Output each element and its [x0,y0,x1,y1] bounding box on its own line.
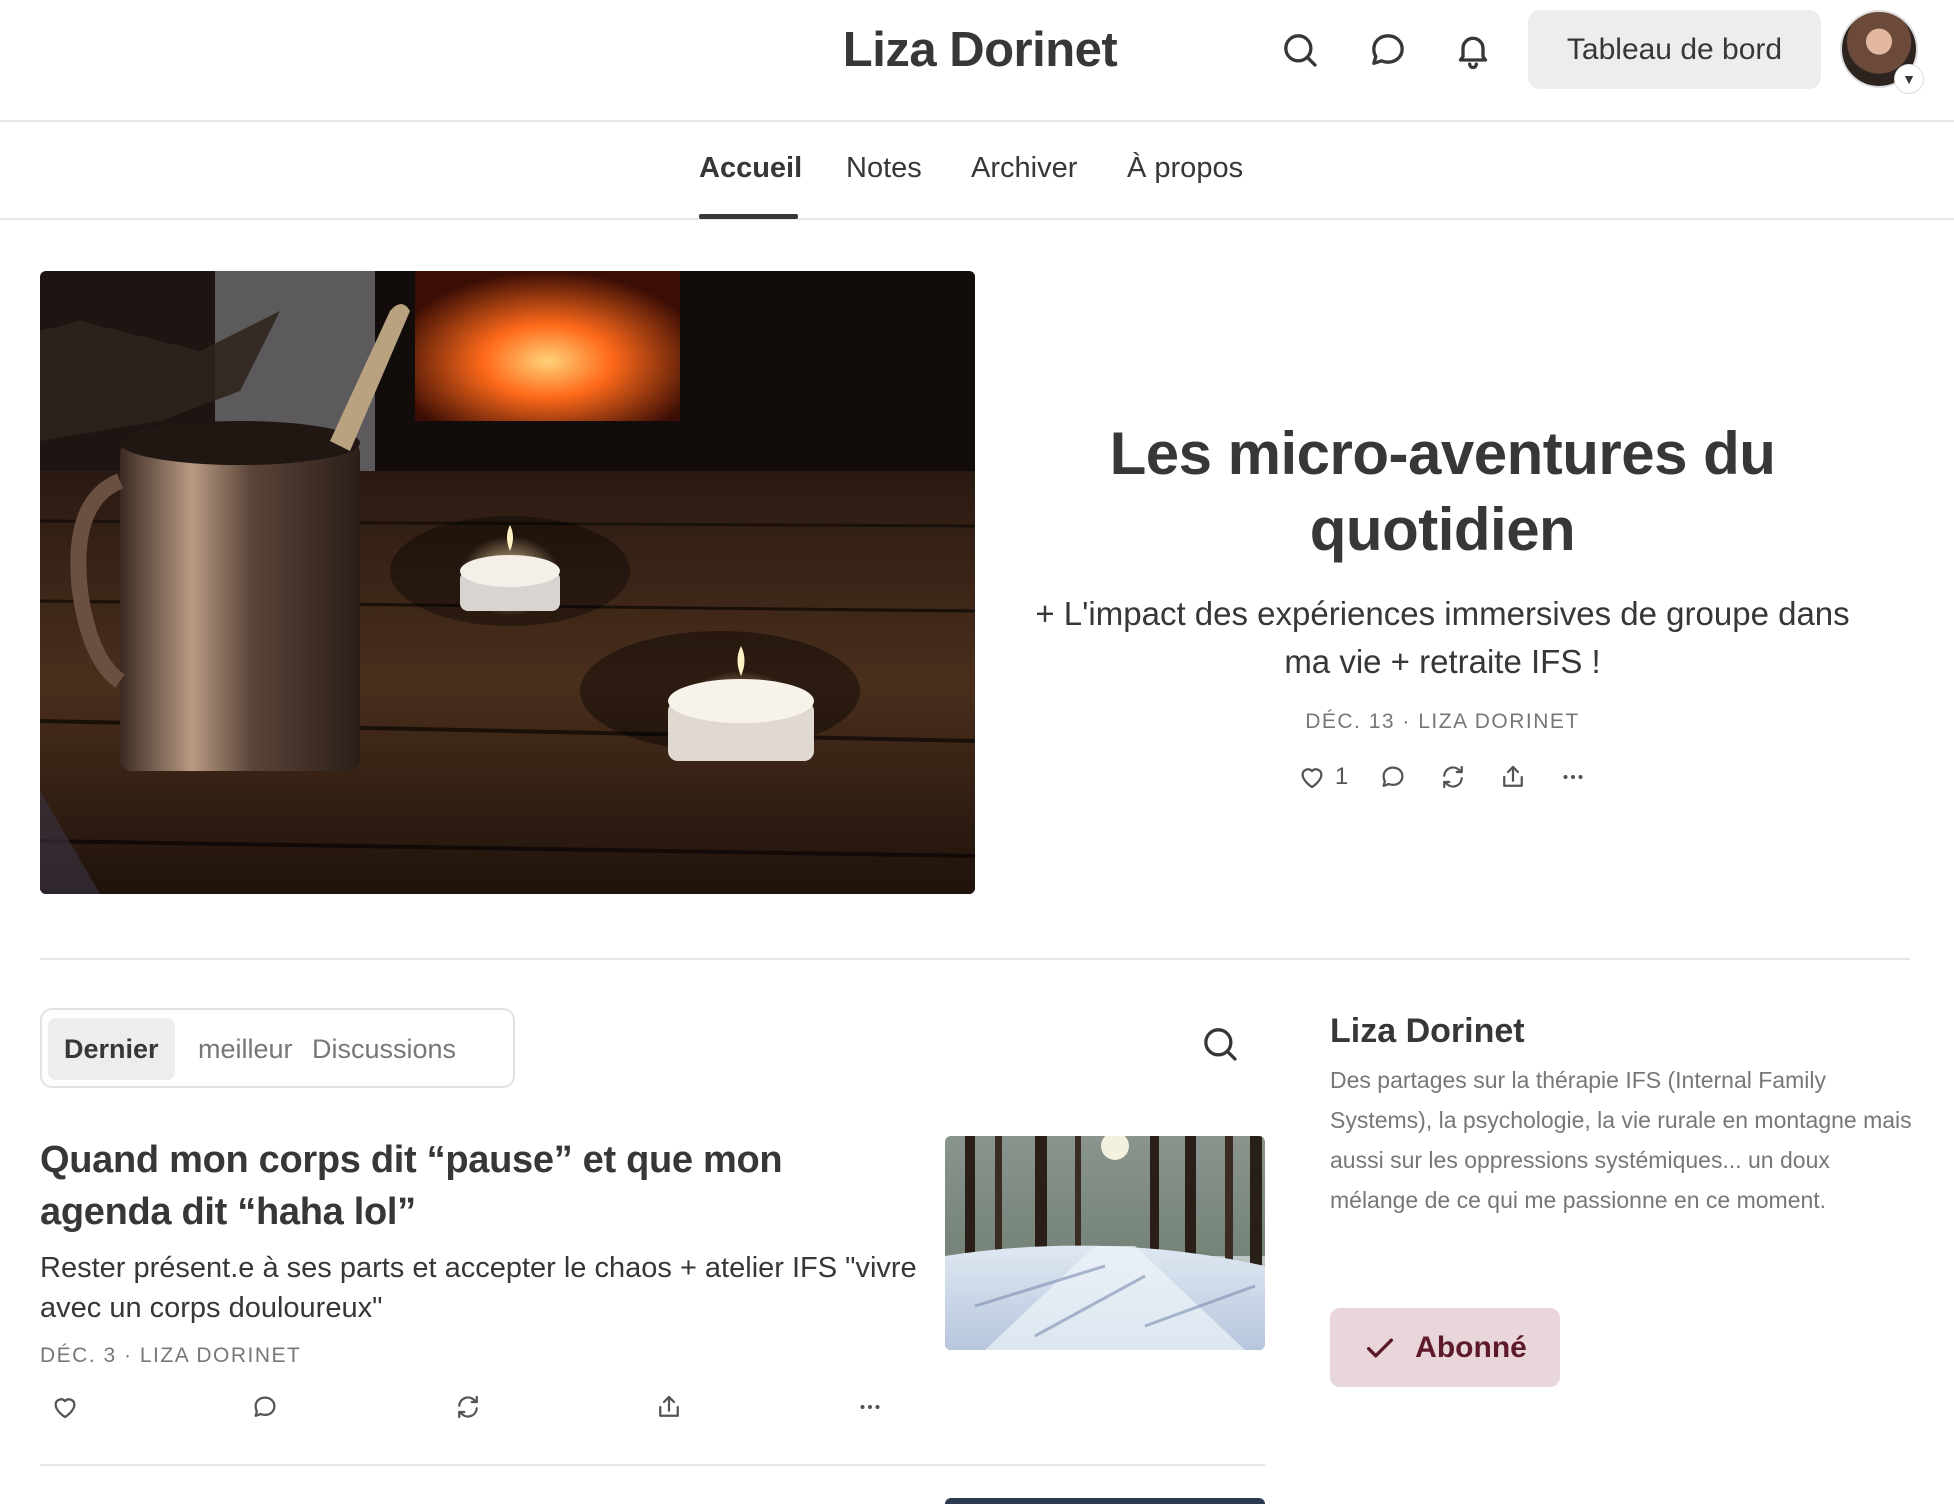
more-button[interactable] [1558,762,1588,792]
more-icon [1563,775,1583,779]
tab-archiver[interactable]: Archiver [971,152,1077,185]
user-menu[interactable]: ▼ [1840,10,1924,94]
comment-button[interactable] [1378,762,1408,792]
comment-icon [1382,766,1404,787]
like-count: 1 [1334,763,1349,790]
comment-icon [254,1396,276,1417]
featured-post-title[interactable]: Les micro-aventures du quotidien [1030,416,1855,568]
restack-button[interactable] [1438,762,1468,792]
like-button[interactable]: 1 [1297,762,1348,792]
featured-post-actions: 1 [1030,762,1855,792]
restack-button[interactable] [453,1392,485,1424]
subscribed-button[interactable]: Abonné [1330,1308,1560,1387]
site-nav: Accueil Notes Archiver À propos [0,122,1954,220]
featured-post-image[interactable] [40,271,975,894]
feed-sort-tabs: Dernier meilleur Discussions [40,1008,515,1088]
heart-icon [54,1398,76,1419]
publication-name[interactable]: Liza Dorinet [1330,1012,1525,1051]
post-title[interactable]: Quand mon corps dit “pause” et que mon a… [40,1134,900,1238]
heart-icon [1301,768,1323,789]
restack-icon [1443,765,1464,789]
section-divider [40,958,1910,960]
post-divider [40,1464,1265,1466]
post-thumbnail[interactable] [945,1136,1265,1350]
bell-icon[interactable] [1449,26,1497,74]
more-icon [860,1405,880,1409]
featured-post-text: Les micro-aventures du quotidien + L'imp… [1030,416,1855,792]
subscribed-label: Abonné [1415,1330,1527,1364]
tab-notes[interactable]: Notes [846,152,922,185]
tab-dernier[interactable]: Dernier [48,1018,175,1080]
share-icon [1503,765,1524,787]
post-subtitle[interactable]: Rester présent.e à ses parts et accepter… [40,1248,920,1328]
next-post-thumbnail[interactable] [945,1498,1265,1504]
featured-post-subtitle[interactable]: + L'impact des expériences immersives de… [1030,590,1855,686]
share-button[interactable] [654,1392,686,1424]
dashboard-button[interactable]: Tableau de bord [1528,10,1821,89]
tab-meilleur[interactable]: meilleur [182,1018,309,1080]
active-tab-indicator [699,214,798,219]
post-meta: DÉC. 3 · LIZA DORINET [40,1344,302,1367]
chevron-down-icon[interactable]: ▼ [1894,64,1924,94]
tab-accueil[interactable]: Accueil [699,152,802,185]
like-button[interactable] [50,1392,82,1424]
more-button[interactable] [855,1392,887,1424]
comment-button[interactable] [250,1392,282,1424]
tab-discussions[interactable]: Discussions [296,1018,472,1080]
restack-icon [458,1395,478,1419]
checkmark-icon [1367,1338,1394,1357]
chat-icon[interactable] [1364,26,1412,74]
share-button[interactable] [1498,762,1528,792]
share-icon [659,1395,679,1417]
search-icon[interactable] [1276,26,1324,74]
publication-description: Des partages sur la thérapie IFS (Intern… [1330,1067,1912,1213]
tab-a-propos[interactable]: À propos [1127,152,1243,185]
top-bar: Liza Dorinet Tableau de bord ▼ [0,0,1954,122]
feed-search-icon[interactable] [1200,1024,1248,1072]
featured-post-meta: DÉC. 13 · LIZA DORINET [1305,710,1580,733]
post-actions [50,1392,900,1428]
